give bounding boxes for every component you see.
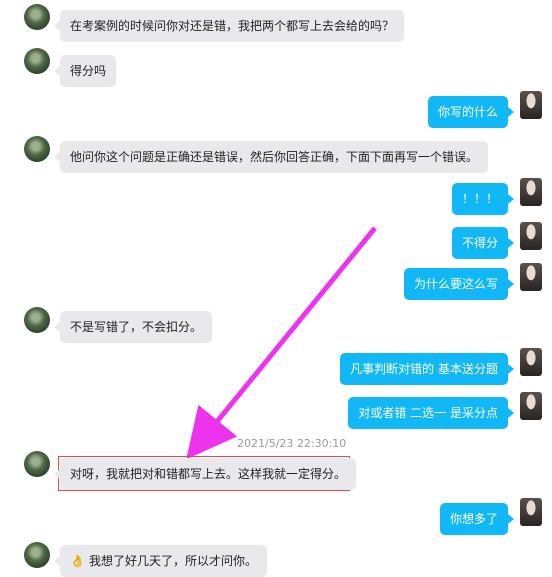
message-bubble[interactable]: 为什么要这么写 [403, 268, 515, 300]
message-bubble[interactable]: 得分吗 [53, 55, 117, 87]
message-text: 对呀，我就把对和错都写上去。这样我就一定得分。 [70, 467, 347, 481]
message-bubble[interactable]: 凡事判断对错的 基本送分题 [340, 353, 514, 385]
message-text: 我想了好几天了，所以才问你。 [88, 554, 257, 568]
contact-avatar[interactable] [24, 48, 50, 74]
contact-avatar[interactable] [24, 307, 50, 333]
user-avatar[interactable] [520, 392, 542, 420]
contact-avatar[interactable] [24, 542, 50, 568]
message-bubble[interactable]: ！！！ [451, 183, 515, 215]
message-text: 不是写错了，不会扣分。 [70, 320, 203, 334]
message-text: 他问你这个问题是正确还是错误，然后你回答正确，下面下面再写一个错误。 [70, 150, 479, 164]
message-text: 对或者错 二选一 是采分点 [358, 406, 498, 420]
contact-avatar[interactable] [24, 451, 50, 477]
message-text: ！！！ [461, 192, 498, 206]
message-text: 你写的什么 [437, 105, 498, 119]
user-avatar[interactable] [520, 91, 542, 119]
user-avatar[interactable] [520, 178, 542, 206]
message-bubble[interactable]: 👌 我想了好几天了，所以才问你。 [54, 545, 267, 577]
message-bubble[interactable]: 你想多了 [439, 503, 515, 535]
message-timestamp: 2021/5/23 22:30:10 [237, 437, 347, 450]
contact-avatar[interactable] [24, 136, 50, 162]
message-bubble[interactable]: 他问你这个问题是正确还是错误，然后你回答正确，下面下面再写一个错误。 [53, 141, 489, 173]
message-bubble[interactable]: 在考案例的时候问你对还是错，我把两个都写上去会给的吗？ [53, 10, 405, 42]
message-text: 不得分 [461, 236, 498, 250]
message-bubble[interactable]: 不是写错了，不会扣分。 [53, 311, 213, 343]
user-avatar[interactable] [520, 498, 542, 526]
message-bubble[interactable]: 你写的什么 [427, 96, 515, 128]
message-text: 得分吗 [70, 64, 107, 78]
user-avatar[interactable] [520, 263, 542, 291]
message-bubble[interactable]: 对呀，我就把对和错都写上去。这样我就一定得分。 [53, 458, 357, 490]
user-avatar[interactable] [520, 222, 542, 250]
message-text: 在考案例的时候问你对还是错，我把两个都写上去会给的吗？ [70, 19, 395, 33]
user-avatar[interactable] [520, 348, 542, 376]
contact-avatar[interactable] [24, 4, 50, 30]
message-bubble[interactable]: 对或者错 二选一 是采分点 [348, 397, 514, 429]
message-text: 你想多了 [449, 512, 498, 526]
emoji-icon: 👌 [70, 554, 85, 568]
message-bubble[interactable]: 不得分 [451, 227, 515, 259]
message-text: 凡事判断对错的 基本送分题 [350, 362, 498, 376]
message-text: 为什么要这么写 [413, 277, 498, 291]
